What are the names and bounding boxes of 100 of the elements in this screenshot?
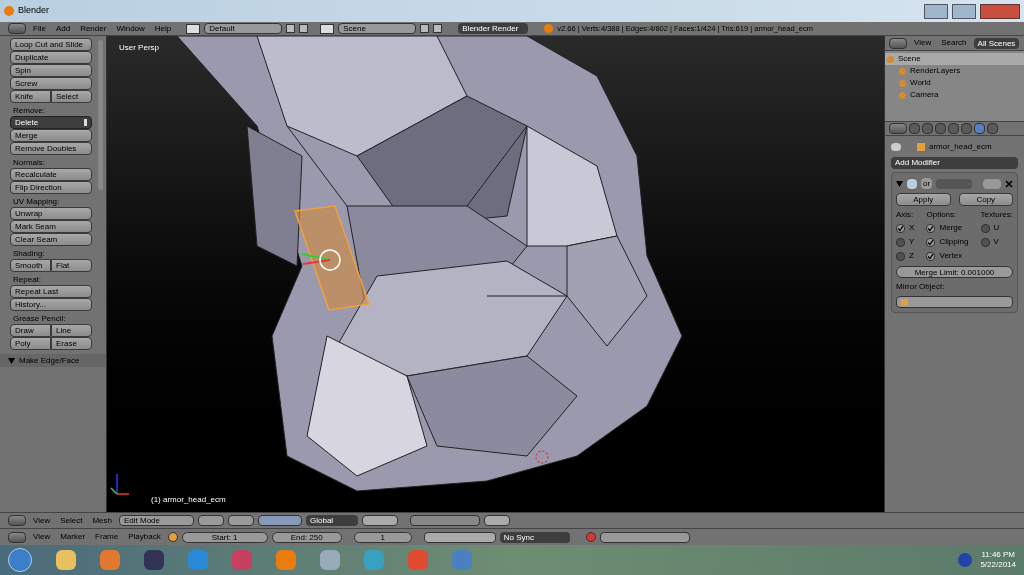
section-label: Grease Pencil: — [13, 315, 67, 323]
outliner-label: World — [910, 77, 931, 89]
tool-button[interactable]: Screw — [10, 77, 92, 90]
current-frame-field[interactable]: 1 — [353, 531, 412, 543]
checkbox-label: Z — [909, 250, 914, 262]
tool-button[interactable]: Unwrap — [10, 207, 92, 220]
checkbox[interactable] — [896, 251, 905, 261]
tool-button[interactable]: Duplicate — [10, 51, 92, 64]
tool-button[interactable]: Poly — [10, 337, 51, 350]
checkbox-label: Vertex — [939, 250, 963, 262]
checkbox[interactable] — [926, 237, 936, 247]
modifier-name-field[interactable]: or — [921, 178, 933, 189]
column-label: Textures: — [980, 209, 1013, 221]
render-engine-dropdown[interactable]: Blender Render — [458, 23, 529, 34]
menu-item[interactable]: Select — [57, 514, 86, 527]
checkbox[interactable] — [896, 223, 905, 233]
tool-button[interactable]: Select — [51, 90, 92, 103]
object-name: armor_head_ecm — [929, 141, 992, 153]
tool-button[interactable]: Remove Doubles — [10, 142, 92, 155]
outliner-item[interactable]: Scene — [885, 53, 1024, 65]
collapse-arrow-icon — [8, 357, 15, 364]
checkbox[interactable] — [980, 237, 990, 247]
properties-tab[interactable] — [909, 123, 920, 134]
tool-button[interactable]: History... — [10, 298, 92, 311]
menu-item[interactable]: View — [30, 531, 54, 543]
selected-face[interactable] — [294, 205, 370, 311]
layout-field[interactable]: Default — [204, 23, 283, 34]
checkbox[interactable] — [896, 237, 905, 247]
dropdown[interactable]: Delete — [10, 116, 92, 129]
menu-item[interactable]: Search — [938, 37, 970, 49]
maximize-button[interactable] — [952, 3, 976, 19]
3d-cursor-icon — [535, 450, 549, 464]
tool-button[interactable]: Line — [51, 324, 92, 337]
tool-button[interactable]: Knife — [10, 90, 51, 103]
merge-limit-field[interactable]: Merge Limit: 0.001000 — [896, 266, 1013, 278]
window-title: Blender — [18, 4, 51, 18]
start-button[interactable] — [8, 548, 32, 572]
tool-button[interactable]: Repeat Last — [10, 285, 92, 298]
properties-tab[interactable] — [935, 123, 946, 134]
menu-item[interactable]: Help — [151, 22, 175, 35]
sync-dropdown[interactable]: No Sync — [499, 531, 570, 543]
tool-button[interactable]: Smooth — [10, 259, 51, 272]
properties-tab[interactable] — [948, 123, 959, 134]
add-modifier-dropdown[interactable]: Add Modifier — [891, 157, 1018, 169]
scene-field[interactable]: Scene — [338, 23, 417, 34]
tool-button[interactable]: Mark Seam — [10, 220, 92, 233]
menu-item[interactable]: View — [911, 37, 935, 49]
tool-button[interactable]: Recalculate — [10, 168, 92, 181]
section-label: Normals: — [13, 159, 46, 167]
column-label: Options: — [926, 209, 958, 221]
tool-button[interactable]: Erase — [51, 337, 92, 350]
tool-button[interactable]: Merge — [10, 129, 92, 142]
checkbox-label: Y — [909, 236, 915, 248]
tool-button[interactable]: Flat — [51, 259, 92, 272]
checkbox-label: Merge — [939, 222, 963, 234]
menu-item[interactable]: Add — [52, 22, 74, 35]
menu-item[interactable]: Window — [113, 22, 148, 35]
tool-button[interactable]: Spin — [10, 64, 92, 77]
menu-item[interactable]: File — [30, 22, 49, 35]
tool-button[interactable]: Flip Direction — [10, 181, 92, 194]
object-label: (1) armor_head_ecm — [151, 494, 226, 506]
menu-item[interactable]: View — [30, 514, 54, 527]
tool-button[interactable]: Loop Cut and Slide — [10, 38, 92, 51]
checkbox-label: Clipping — [939, 236, 969, 248]
tool-button[interactable]: Draw — [10, 324, 51, 337]
apply-button[interactable]: Apply — [896, 193, 951, 206]
copy-button[interactable]: Copy — [958, 193, 1013, 206]
start-frame-field[interactable]: Start: 1 — [181, 531, 268, 543]
checkbox[interactable] — [926, 223, 936, 233]
keying-set-field[interactable] — [599, 531, 690, 543]
mirror-object-field[interactable] — [896, 296, 1013, 308]
properties-tab[interactable] — [987, 123, 998, 134]
menu-item[interactable]: Frame — [92, 531, 122, 543]
operator-panel-header[interactable]: Make Edge/Face — [0, 354, 106, 367]
collapse-arrow-icon[interactable] — [896, 180, 903, 187]
menu-item[interactable]: Playback — [125, 531, 164, 543]
mode-dropdown[interactable]: Edit Mode — [119, 515, 194, 526]
preview-range-icon[interactable] — [167, 532, 178, 542]
orientation-dropdown[interactable]: Global — [306, 515, 358, 526]
section-label: Remove: — [13, 107, 46, 115]
minimize-button[interactable] — [924, 3, 948, 19]
axis-icon — [110, 473, 130, 495]
outliner-label: Camera — [910, 89, 939, 101]
section-label: UV Mapping: — [13, 198, 61, 206]
checkbox[interactable] — [926, 251, 936, 261]
tool-button[interactable]: Clear Seam — [10, 233, 92, 246]
menu-item[interactable]: Marker — [57, 531, 89, 543]
properties-tab[interactable] — [961, 123, 972, 134]
properties-tab[interactable] — [974, 123, 985, 134]
filter-dropdown[interactable]: All Scenes — [973, 37, 1020, 49]
outliner-label: Scene — [898, 53, 921, 65]
end-frame-field[interactable]: End: 250 — [271, 531, 342, 543]
close-button[interactable] — [980, 3, 1020, 19]
record-button[interactable] — [585, 532, 596, 542]
menu-item[interactable]: Render — [77, 22, 110, 35]
checkbox[interactable] — [980, 223, 990, 233]
view-name: User Persp — [119, 42, 159, 54]
transform-gizmo[interactable] — [301, 249, 341, 271]
menu-item[interactable]: Mesh — [89, 514, 115, 527]
properties-tab[interactable] — [922, 123, 933, 134]
